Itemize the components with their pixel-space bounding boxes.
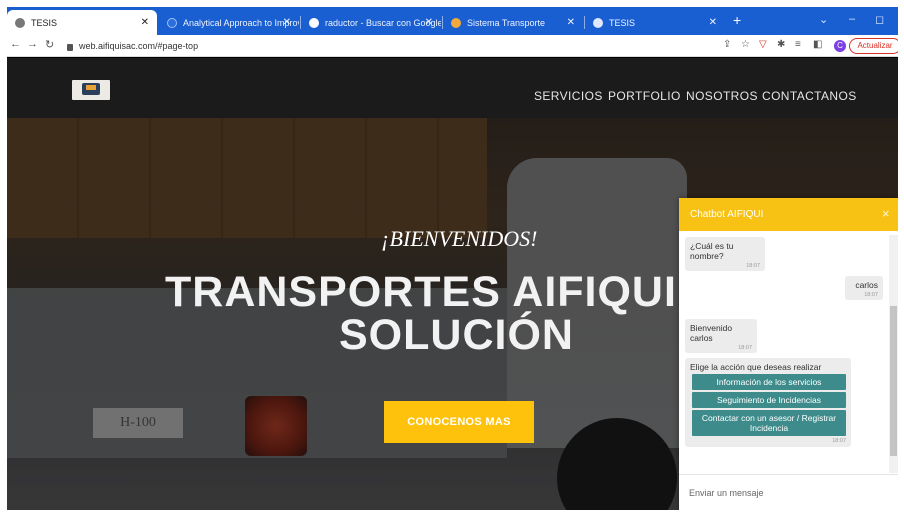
tab-title: Analytical Approach to Improve (183, 17, 299, 28)
message-time: 18:07 (832, 438, 846, 444)
conocenos-button[interactable]: CONOCENOS MAS (384, 401, 534, 443)
close-icon[interactable]: ✕ (283, 17, 291, 28)
message-text: Bienvenido carlos (690, 323, 733, 343)
document-icon (167, 17, 177, 28)
message-time: 18:07 (746, 263, 760, 269)
address-bar[interactable]: web.aifiquisac.com/#page-top (67, 38, 707, 54)
chatbot-title: Chatbot AIFIQUI (690, 209, 764, 220)
hero-title-line1: TRANSPORTES AIFIQUI (165, 268, 677, 316)
browser-window: TESIS ✕ Analytical Approach to Improve ✕… (7, 7, 898, 510)
message-text: ¿Cuál es tu nombre? (690, 241, 734, 261)
tab-tesis-active[interactable]: TESIS ✕ (7, 10, 157, 35)
back-icon[interactable]: ← (10, 38, 21, 50)
side-panel-icon[interactable]: ◧ (813, 39, 822, 50)
tab-analytical[interactable]: Analytical Approach to Improve ✕ (159, 10, 299, 35)
tab-strip: TESIS ✕ Analytical Approach to Improve ✕… (7, 7, 898, 35)
close-icon[interactable]: ✕ (425, 17, 433, 28)
bot-message: ¿Cuál es tu nombre? 18:07 (685, 237, 765, 271)
tab-tesis[interactable]: TESIS ✕ (585, 10, 725, 35)
lock-icon (67, 43, 73, 51)
chatbot-header[interactable]: Chatbot AIFIQUI × (679, 198, 898, 231)
chat-scrollbar-thumb[interactable] (890, 306, 897, 456)
close-icon[interactable]: ✕ (709, 17, 717, 28)
site-logo[interactable] (72, 80, 110, 100)
google-icon (309, 17, 319, 28)
message-time: 18:07 (738, 345, 752, 351)
nav-portfolio[interactable]: PORTFOLIO (608, 89, 681, 103)
reload-icon[interactable]: ↻ (45, 38, 54, 51)
tab-title: TESIS (31, 17, 58, 28)
browser-toolbar: ← → ↻ web.aifiquisac.com/#page-top ⇪ ☆ ▽… (7, 35, 898, 57)
chatbot-messages: ¿Cuál es tu nombre? 18:07 carlos 18:07 B… (679, 231, 898, 473)
tab-title: TESIS (609, 17, 636, 28)
chatbot-widget: Chatbot AIFIQUI × ¿Cuál es tu nombre? 18… (679, 198, 898, 510)
message-time: 18:07 (864, 292, 878, 298)
tab-search-icon[interactable]: ⌄ (819, 13, 828, 26)
profile-avatar[interactable]: C (834, 40, 846, 52)
maximize-icon[interactable]: ◻ (875, 13, 884, 26)
truck-icon (451, 17, 461, 28)
option-incidencias-button[interactable]: Seguimiento de Incidencias (692, 392, 846, 408)
option-asesor-button[interactable]: Contactar con un asesor / Registrar Inci… (692, 410, 846, 436)
extension-icon[interactable]: ▽ (759, 39, 767, 50)
bot-message: Bienvenido carlos 18:07 (685, 319, 757, 353)
chat-message-input[interactable] (689, 485, 884, 501)
hero-title-line2: SOLUCIÓN (339, 311, 574, 359)
truck-logo-icon (82, 83, 100, 95)
bot-options-message: Elige la acción que deseas realizar Info… (685, 358, 851, 447)
forward-icon[interactable]: → (27, 38, 38, 50)
reading-list-icon[interactable]: ≡ (795, 39, 801, 50)
message-text: carlos (855, 280, 878, 290)
update-button[interactable]: Actualizar (849, 38, 898, 54)
url-text: web.aifiquisac.com/#page-top (79, 41, 199, 51)
chatbot-input-area (679, 474, 898, 510)
message-text: Elige la acción que deseas realizar (690, 362, 822, 372)
hero-welcome: ¡BIENVENIDOS! (381, 226, 538, 251)
user-message: carlos 18:07 (845, 276, 883, 300)
bookmark-star-icon[interactable]: ☆ (741, 39, 750, 50)
puzzle-icon[interactable]: ✱ (777, 39, 785, 50)
nav-servicios[interactable]: SERVICIOS (534, 89, 603, 103)
tab-title: raductor - Buscar con Google (325, 17, 441, 28)
tab-sistema-transporte[interactable]: Sistema Transporte ✕ (443, 10, 583, 35)
close-icon[interactable]: ✕ (567, 17, 575, 28)
close-icon[interactable]: × (882, 206, 890, 221)
nav-nosotros[interactable]: NOSOTROS (686, 89, 758, 103)
share-icon[interactable]: ⇪ (723, 39, 731, 50)
tab-google[interactable]: raductor - Buscar con Google ✕ (301, 10, 441, 35)
minimize-icon[interactable]: – (849, 13, 855, 25)
globe-icon (593, 17, 603, 28)
site-navbar: SERVICIOS PORTFOLIO NOSOTROS CONTACTANOS (7, 58, 898, 118)
new-tab-button[interactable]: + (733, 12, 741, 28)
option-servicios-button[interactable]: Información de los servicios (692, 374, 846, 390)
close-icon[interactable]: ✕ (141, 17, 149, 28)
tab-title: Sistema Transporte (467, 17, 546, 28)
globe-icon (15, 17, 25, 28)
nav-contactanos[interactable]: CONTACTANOS (762, 89, 857, 103)
